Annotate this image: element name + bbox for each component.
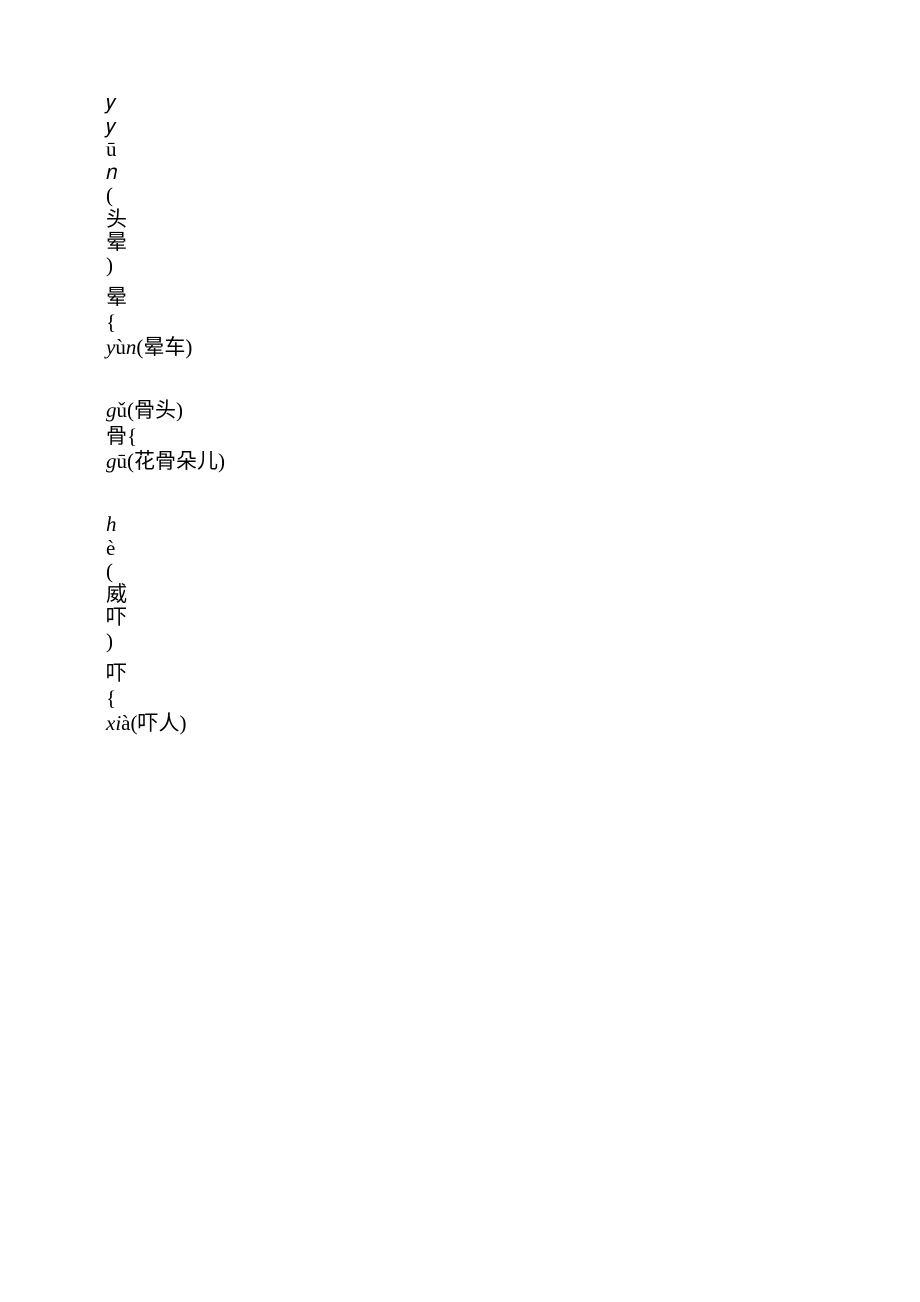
reading-line: gǔ(骨头) — [106, 398, 806, 423]
reading-line: gū(花骨朵儿) — [106, 449, 806, 474]
pinyin: ǔ — [117, 398, 128, 422]
vertical-prefix: è ( 威 吓 ) — [106, 537, 806, 652]
char-glyph: 威 — [106, 583, 127, 606]
pinyin: ū — [117, 449, 128, 473]
entry-gu: gǔ(骨头) 骨{ gū(花骨朵儿) — [106, 398, 806, 474]
char-glyph: è — [106, 537, 127, 560]
head-char-line: 骨{ — [106, 424, 806, 449]
head-char-line: 吓 — [106, 661, 806, 686]
pinyin: y — [106, 335, 115, 359]
example-word: (晕车) — [136, 335, 192, 359]
reading-line: yùn(晕车) — [106, 335, 806, 360]
entry-xia: h è ( 威 吓 ) 吓 { xià(吓人) — [106, 512, 806, 736]
example-word: (花骨朵儿) — [127, 449, 225, 473]
brace-line: { — [106, 310, 806, 335]
vertical-prefix-indent: h — [106, 512, 806, 537]
head-char: 骨 — [106, 424, 127, 448]
char-glyph: 晕 — [106, 231, 127, 254]
char-glyph: ) — [106, 254, 127, 277]
example-word: (骨头) — [127, 398, 183, 422]
brace-line: { — [106, 686, 806, 711]
char-glyph: 头 — [106, 208, 127, 231]
pinyin: g — [106, 449, 117, 473]
pinyin: n — [126, 335, 137, 359]
head-char-line: 晕 — [106, 285, 806, 310]
char-glyph: h — [106, 512, 117, 536]
head-char: 吓 — [106, 661, 127, 685]
char-glyph: 𝑦 — [106, 115, 127, 138]
char-glyph: ( — [106, 184, 127, 207]
char-glyph: 𝑛 — [106, 161, 127, 184]
pinyin: xi — [106, 711, 121, 735]
char-glyph: ) — [106, 630, 127, 653]
example-word: (吓人) — [130, 711, 186, 735]
char-glyph: ū — [106, 138, 127, 161]
char-glyph: 𝑦 — [106, 90, 116, 114]
vertical-prefix-indent: 𝑦 — [106, 90, 806, 115]
reading-line: xià(吓人) — [106, 711, 806, 736]
pinyin: g — [106, 398, 117, 422]
entry-yun: 𝑦 𝑦 ū 𝑛 ( 头 晕 ) 晕 { yùn(晕车) — [106, 90, 806, 360]
vertical-prefix: 𝑦 ū 𝑛 ( 头 晕 ) — [106, 115, 806, 277]
char-glyph: ( — [106, 560, 127, 583]
pinyin: ù — [115, 335, 126, 359]
head-char: 晕 — [106, 285, 127, 309]
document-body: 𝑦 𝑦 ū 𝑛 ( 头 晕 ) 晕 { yùn(晕车) gǔ(骨头) 骨{ — [106, 90, 806, 736]
char-glyph: 吓 — [106, 606, 127, 629]
